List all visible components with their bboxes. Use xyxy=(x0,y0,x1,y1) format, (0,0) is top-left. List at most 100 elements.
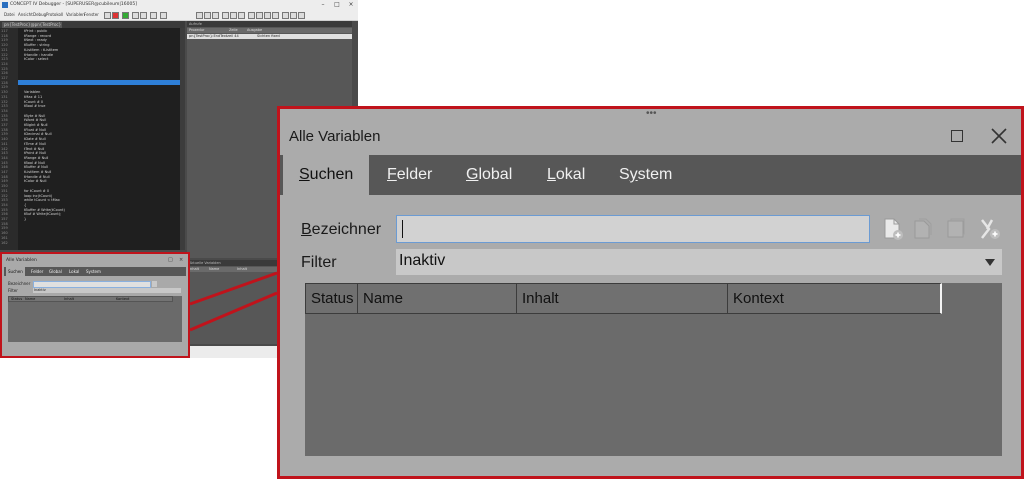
menu-protokoll[interactable]: Protokoll xyxy=(46,12,63,17)
code-line: tFloat # Null xyxy=(24,127,46,132)
editor-scrollbar[interactable] xyxy=(180,28,185,250)
column-header[interactable]: Inhalt xyxy=(64,297,74,302)
line-number: 147 xyxy=(1,170,8,174)
column-header[interactable]: Name xyxy=(209,267,219,271)
toolbar-button[interactable] xyxy=(248,12,255,19)
toolbar-button[interactable] xyxy=(132,12,139,19)
toolbar-button[interactable] xyxy=(290,12,297,19)
toolbar-button[interactable] xyxy=(256,12,263,19)
column-header[interactable]: Prozedur xyxy=(189,28,204,32)
add-watch-icon xyxy=(981,219,1000,239)
toolbar-button[interactable] xyxy=(238,12,245,19)
toolbar-button[interactable] xyxy=(222,12,229,19)
tab-suchen[interactable]: Suchen xyxy=(6,267,25,276)
toolbar-button[interactable] xyxy=(264,12,271,19)
menu-debug[interactable]: Debug xyxy=(33,12,46,17)
toolbar-button[interactable] xyxy=(204,12,211,19)
column-header-name[interactable]: Name xyxy=(358,284,517,313)
code-line: tHandle : handle xyxy=(24,52,54,57)
tab-global[interactable]: Global xyxy=(466,155,512,195)
dialog-title: Alle Variablen xyxy=(289,128,381,145)
column-header-status[interactable]: Status xyxy=(306,284,358,313)
toolbar-button[interactable] xyxy=(282,12,289,19)
add-variable-button[interactable] xyxy=(880,217,904,241)
code-line: tHandle # Null xyxy=(24,174,50,179)
stop-icon[interactable] xyxy=(112,12,119,19)
close-icon[interactable]: × xyxy=(346,1,356,9)
menu-variablen[interactable]: Variablen xyxy=(66,12,85,17)
table-row[interactable]: pn{TestProc}:EndTextzeil 44 Sichten fixe… xyxy=(187,34,352,39)
tab-global[interactable]: Global xyxy=(49,269,62,274)
cell: pn{TestProc}:EndTextzeil 44 xyxy=(189,34,239,38)
line-number: 151 xyxy=(1,188,8,193)
line-number: 161 xyxy=(1,235,8,240)
tab-system[interactable]: System xyxy=(619,155,672,195)
tab-system[interactable]: System xyxy=(86,269,101,274)
toolbar-button[interactable] xyxy=(272,12,279,19)
run-icon[interactable] xyxy=(122,12,129,19)
code-line: } xyxy=(24,217,27,221)
code-editor[interactable]: 117 118 119 120 121 122 123 124 125 126 127 128 129 1… xyxy=(0,28,185,250)
column-header[interactable]: Ausgabe xyxy=(247,28,262,32)
line-number: 157 xyxy=(1,217,8,221)
line-number: 136 xyxy=(1,118,8,123)
menu-fenster[interactable]: Fenster xyxy=(84,12,99,17)
toolbar-button[interactable] xyxy=(150,12,157,19)
menu-bar: Datei Ansicht Debug Protokoll Variablen … xyxy=(0,10,358,21)
line-number: 143 xyxy=(1,151,8,156)
line-number: 119 xyxy=(1,38,8,43)
close-button[interactable] xyxy=(988,125,1010,147)
variables-table[interactable]: Status Name Inhalt Kontext xyxy=(305,283,1002,456)
maximize-icon[interactable]: □ xyxy=(332,1,342,9)
copy-variable-button[interactable] xyxy=(911,217,935,241)
tab-suchen[interactable]: Suchen xyxy=(283,155,369,195)
code-line: tBuffer : string xyxy=(24,43,50,48)
column-header-inhalt[interactable]: Inhalt xyxy=(517,284,728,313)
mini-filter-select[interactable]: Inaktiv xyxy=(33,288,181,293)
minimize-icon[interactable]: – xyxy=(318,1,328,9)
close-icon[interactable]: × xyxy=(179,257,183,263)
filter-dropdown[interactable]: Inaktiv xyxy=(396,249,1002,275)
code-line: tBool # Null xyxy=(24,160,45,165)
add-variable-icon[interactable] xyxy=(152,281,157,287)
column-header-kontext[interactable]: Kontext xyxy=(728,284,941,313)
column-header[interactable]: Status xyxy=(11,297,22,302)
menu-datei[interactable]: Datei xyxy=(4,12,15,17)
name-search-input[interactable] xyxy=(396,215,870,243)
code-line: tNext : ready xyxy=(24,38,47,43)
copy-variable-icon xyxy=(914,218,932,239)
column-header[interactable]: Inhalt xyxy=(237,267,247,271)
maximize-icon[interactable]: □ xyxy=(168,257,173,263)
remove-variable-button[interactable] xyxy=(944,217,968,241)
column-header[interactable]: Kontext xyxy=(116,297,129,302)
filter-label: Filter xyxy=(301,254,337,271)
menu-ansicht[interactable]: Ansicht xyxy=(18,12,33,17)
column-header[interactable]: Name xyxy=(25,297,35,302)
tab-lokal[interactable]: Lokal xyxy=(547,155,585,195)
line-number: 139 xyxy=(1,132,8,137)
filter-value: Inaktiv xyxy=(399,252,446,269)
code-line: tListItem # Null xyxy=(24,170,52,174)
add-watch-button[interactable] xyxy=(978,217,1002,241)
column-header[interactable]: Zeile xyxy=(229,28,238,32)
toolbar-button[interactable] xyxy=(230,12,237,19)
mini-search-input[interactable] xyxy=(33,281,151,288)
maximize-button[interactable] xyxy=(946,125,968,147)
tab-lokal[interactable]: Lokal xyxy=(69,269,79,274)
text-caret xyxy=(402,220,403,238)
toolbar-button[interactable] xyxy=(160,12,167,19)
tab-felder[interactable]: Felder xyxy=(387,155,432,195)
drag-handle-icon[interactable]: ••• xyxy=(646,109,657,119)
toolbar-button[interactable] xyxy=(212,12,219,19)
line-number: 118 xyxy=(1,33,8,38)
tab-felder[interactable]: Felder xyxy=(31,269,43,274)
toolbar-button[interactable] xyxy=(298,12,305,19)
column-header[interactable]: Inhalt xyxy=(189,267,199,271)
tab-accel: y xyxy=(629,166,638,183)
code-line: tMax # 11 xyxy=(24,94,43,99)
code-line: tPoint # Null xyxy=(24,151,47,156)
toolbar-button[interactable] xyxy=(140,12,147,19)
toolbar-button[interactable] xyxy=(104,12,111,19)
toolbar-button[interactable] xyxy=(196,12,203,19)
line-number: 134 xyxy=(1,108,8,113)
